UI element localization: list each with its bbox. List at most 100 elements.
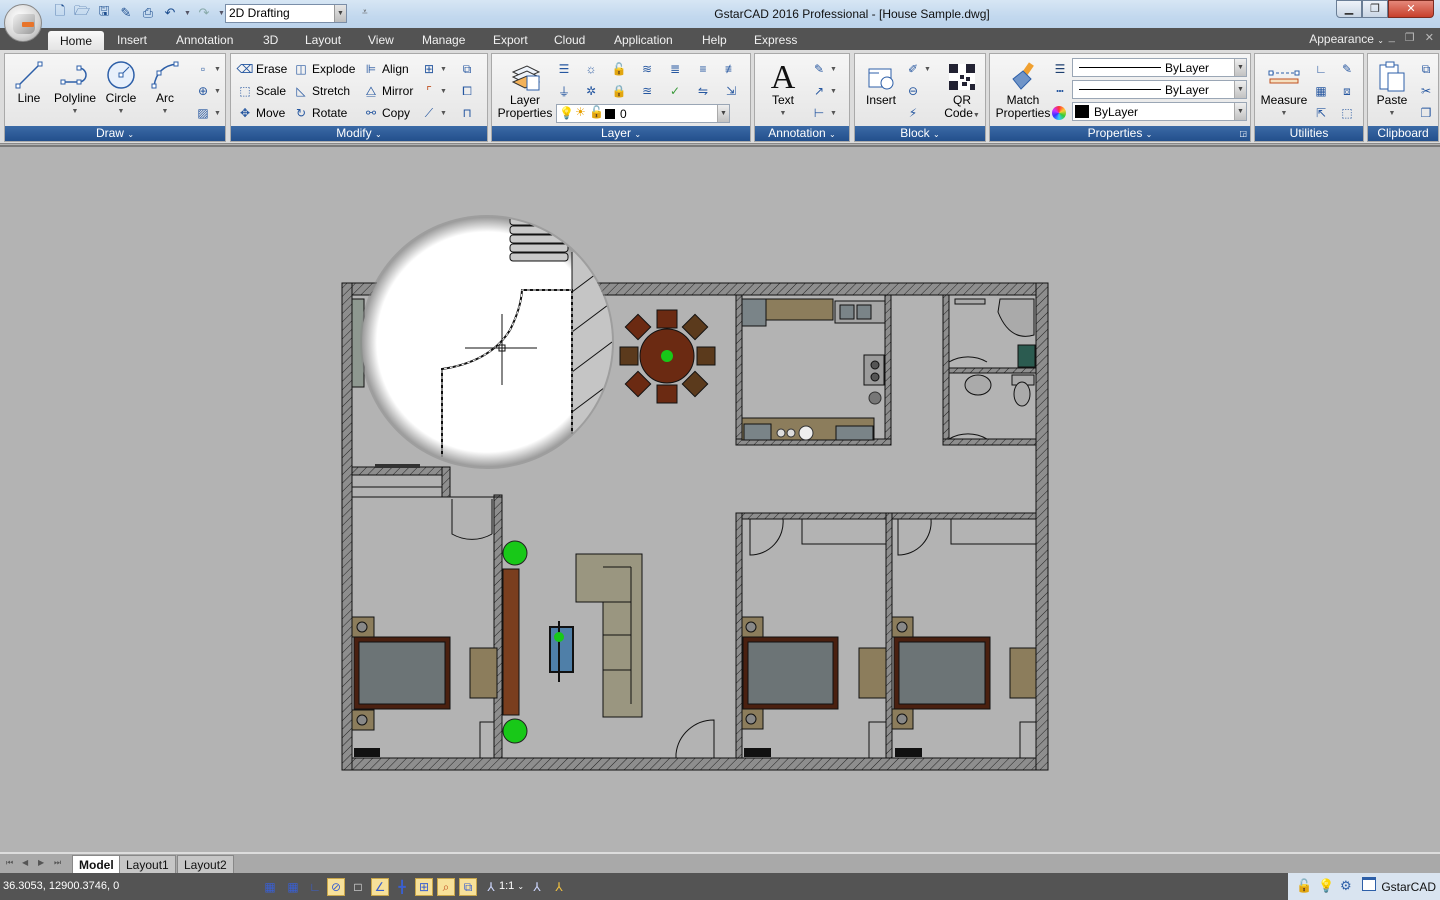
copy-clip-button[interactable]: ⧉ bbox=[1418, 60, 1434, 78]
copy-file-button[interactable]: ❐ bbox=[1418, 104, 1434, 122]
toolbar-lock-icon[interactable]: 🔓 bbox=[1296, 878, 1312, 894]
chevron-down-icon[interactable]: ▼ bbox=[440, 66, 447, 73]
layer-freeze-button[interactable]: ☼ bbox=[583, 60, 599, 78]
polar-toggle-icon[interactable]: ⊘ bbox=[327, 878, 345, 896]
measure-dropdown-icon[interactable]: ▼ bbox=[1259, 107, 1309, 120]
layer-thaw-button[interactable]: ✲ bbox=[583, 82, 599, 100]
selection-cycling-toggle-icon[interactable]: ⧉ bbox=[459, 878, 477, 896]
mirror-button[interactable]: ⧋ Mirror bbox=[363, 82, 414, 100]
layer-lock-button[interactable]: 🔒 bbox=[611, 82, 627, 100]
paste-button[interactable]: Paste ▼ bbox=[1372, 60, 1412, 120]
boundary-button[interactable]: ⧈ bbox=[1339, 82, 1355, 100]
dimension-button[interactable]: ⊢ ▼ bbox=[811, 104, 837, 122]
tab-manage[interactable]: Manage bbox=[422, 33, 465, 47]
ortho-toggle-icon[interactable]: ∟ bbox=[306, 878, 324, 896]
explode-button[interactable]: ◫ Explode bbox=[293, 60, 355, 78]
chevron-down-icon[interactable]: ▼ bbox=[1234, 81, 1246, 98]
annotation-visibility-icon[interactable]: ⅄ bbox=[528, 878, 546, 896]
id-point-button[interactable]: ∟ bbox=[1313, 60, 1329, 78]
layer-unlock-button[interactable]: 🔓 bbox=[611, 60, 627, 78]
layer-copy-button[interactable]: ✓ bbox=[667, 82, 683, 100]
trim-button[interactable]: ⟋ ▼ bbox=[421, 104, 447, 122]
layer-merge-button[interactable]: ≡ bbox=[695, 60, 711, 78]
chevron-down-icon[interactable]: ▼ bbox=[1234, 103, 1246, 120]
lineweight-select[interactable]: ByLayer ▼ bbox=[1072, 58, 1247, 77]
properties-panel-title[interactable]: Properties ⌄ ◲ bbox=[990, 126, 1250, 141]
measure-button[interactable]: Measure ▼ bbox=[1259, 60, 1309, 120]
snap-toggle-icon[interactable]: ▦ bbox=[261, 878, 279, 896]
clean-screen-icon[interactable] bbox=[1362, 877, 1376, 891]
layer-prev-button[interactable]: ⇋ bbox=[695, 82, 711, 100]
drawing-canvas[interactable] bbox=[0, 145, 1440, 852]
lineweight-toggle-icon[interactable]: ╋ bbox=[393, 878, 411, 896]
qr-code-button[interactable]: QR Code▼ bbox=[941, 60, 983, 122]
tab-layout[interactable]: Layout bbox=[305, 33, 341, 47]
chevron-down-icon[interactable]: ▼ bbox=[830, 66, 837, 73]
point-button[interactable]: ▫ ▼ bbox=[195, 60, 221, 78]
move-button[interactable]: ✥ Move bbox=[237, 104, 285, 122]
quick-select-button[interactable]: ⇱ bbox=[1313, 104, 1329, 122]
minimize-button[interactable]: ▁ bbox=[1336, 0, 1362, 18]
arc-dropdown-icon[interactable]: ▼ bbox=[147, 105, 183, 118]
chevron-down-icon[interactable]: ▼ bbox=[830, 88, 837, 95]
chevron-down-icon[interactable]: ▼ bbox=[214, 88, 221, 95]
chevron-down-icon[interactable]: ▼ bbox=[214, 66, 221, 73]
block-attr-button[interactable]: ⚡ bbox=[905, 104, 921, 122]
chevron-down-icon[interactable]: ▼ bbox=[924, 66, 931, 73]
paste-dropdown-icon[interactable]: ▼ bbox=[1372, 107, 1412, 120]
layer-change-button[interactable]: ≊ bbox=[639, 82, 655, 100]
chevron-down-icon[interactable]: ▼ bbox=[440, 110, 447, 117]
copy-button[interactable]: ⚯ Copy bbox=[363, 104, 410, 122]
create-block-button[interactable]: ⊖ bbox=[905, 82, 921, 100]
chevron-down-icon[interactable]: ▼ bbox=[1234, 59, 1246, 76]
offset-button[interactable]: ⧠ bbox=[459, 82, 475, 100]
appearance-menu[interactable]: Appearance ⌄ bbox=[1309, 32, 1384, 46]
hatch-button[interactable]: ▨ ▼ bbox=[195, 104, 221, 122]
text-button[interactable]: A Text ▼ bbox=[763, 60, 803, 120]
grid-toggle-icon[interactable]: ▦ bbox=[284, 878, 302, 896]
hardware-acceleration-icon[interactable]: ⚙ bbox=[1340, 878, 1352, 894]
tab-express[interactable]: Express bbox=[754, 33, 797, 47]
circle-button[interactable]: Circle ▼ bbox=[103, 58, 139, 118]
align-button[interactable]: ⊫ Align bbox=[363, 60, 409, 78]
layer-select[interactable]: 💡 ☀ 🔓 0 ▼ bbox=[556, 104, 730, 123]
tab-application[interactable]: Application bbox=[614, 33, 673, 47]
pedit-button[interactable]: ⊓ bbox=[459, 104, 475, 122]
draw-panel-title[interactable]: Draw ⌄ bbox=[5, 126, 225, 141]
color-select[interactable]: ByLayer ▼ bbox=[1072, 102, 1247, 121]
leader-button[interactable]: ↗ ▼ bbox=[811, 82, 837, 100]
chevron-down-icon[interactable]: ▼ bbox=[973, 112, 980, 119]
arc-button[interactable]: Arc ▼ bbox=[147, 58, 183, 118]
tab-insert[interactable]: Insert bbox=[117, 33, 147, 47]
layout-tab-layout2[interactable]: Layout2 bbox=[177, 855, 234, 873]
utilities-panel-title[interactable]: Utilities bbox=[1255, 126, 1363, 141]
stretch-button[interactable]: ◺ Stretch bbox=[293, 82, 350, 100]
close-button[interactable]: ✕ bbox=[1388, 0, 1434, 18]
match-properties-button[interactable]: Match Properties bbox=[994, 60, 1052, 120]
doc-close-button[interactable]: ✕ bbox=[1425, 31, 1434, 44]
array-button[interactable]: ⊞ ▼ bbox=[421, 60, 447, 78]
last-tab-icon[interactable]: ⏭ bbox=[54, 858, 61, 868]
insert-block-button[interactable]: Insert bbox=[861, 60, 901, 107]
line-button[interactable]: Line bbox=[11, 58, 47, 105]
layer-match-button[interactable]: ≋ bbox=[639, 60, 655, 78]
layer-walk-button[interactable]: ≢ bbox=[723, 60, 739, 78]
layer-current-button[interactable]: ≣ bbox=[667, 60, 683, 78]
chevron-down-icon[interactable]: ▼ bbox=[214, 110, 221, 117]
chevron-down-icon[interactable]: ▼ bbox=[717, 105, 729, 122]
ellipse-button[interactable]: ⊕ ▼ bbox=[195, 82, 221, 100]
tab-annotation[interactable]: Annotation bbox=[176, 33, 233, 47]
cut-button[interactable]: ✂ bbox=[1418, 82, 1434, 100]
prev-tab-icon[interactable]: ◀ bbox=[22, 858, 28, 867]
dynamic-input-toggle-icon[interactable]: ⊞ bbox=[415, 878, 433, 896]
layer-off-button[interactable]: ⏚ bbox=[556, 82, 572, 100]
annotation-scale-select[interactable]: 1:1 ⌄ bbox=[499, 880, 524, 892]
otrack-toggle-icon[interactable]: ∠ bbox=[371, 878, 389, 896]
chevron-down-icon[interactable]: ▼ bbox=[830, 110, 837, 117]
polyline-button[interactable]: Polyline ▼ bbox=[51, 58, 99, 118]
linetype-select[interactable]: ByLayer ▼ bbox=[1072, 80, 1247, 99]
layer-isolate-button[interactable]: ☰ bbox=[556, 60, 572, 78]
application-menu-button[interactable] bbox=[4, 4, 42, 42]
circle-dropdown-icon[interactable]: ▼ bbox=[103, 105, 139, 118]
tab-help[interactable]: Help bbox=[702, 33, 727, 47]
